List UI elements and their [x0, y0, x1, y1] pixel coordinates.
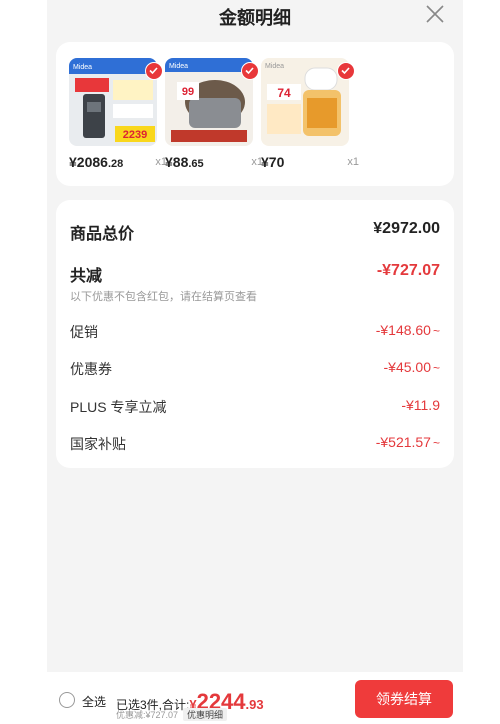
- discount-label: 国家补贴: [70, 436, 126, 452]
- brand-text: Midea: [169, 63, 188, 70]
- chevron-down-icon: ~: [432, 324, 440, 338]
- sticker-text: 2239: [123, 129, 147, 141]
- product-price: ¥2086.28: [69, 154, 124, 170]
- discount-value: -¥45.00 ~: [383, 359, 441, 375]
- product-item[interactable]: 2239 Midea ¥2086.28 x1: [69, 58, 167, 178]
- product-thumbnail: 2239 Midea: [69, 58, 157, 146]
- product-thumbnail: 99 Midea: [165, 58, 253, 146]
- select-all-label[interactable]: 全选: [82, 693, 106, 710]
- brand-text: Midea: [265, 63, 284, 70]
- discount-detail-tag[interactable]: 优惠明细: [183, 708, 228, 721]
- product-card: 2239 Midea ¥2086.28 x1 99 Midea ¥88.65 x…: [56, 42, 454, 186]
- chevron-down-icon: ~: [432, 361, 440, 375]
- price-summary-card: 商品总价 ¥2972.00 共减 -¥727.07 以下优惠不包含红包，请在结算…: [56, 200, 454, 468]
- product-quantity: x1: [347, 156, 359, 168]
- select-all-radio[interactable]: [59, 692, 75, 708]
- checked-icon[interactable]: [145, 62, 163, 80]
- product-price: ¥70: [261, 154, 285, 170]
- total-reduction-value: -¥727.07: [376, 262, 440, 279]
- total-price-label: 商品总价: [70, 226, 135, 243]
- product-item[interactable]: 99 Midea ¥88.65 x1: [165, 58, 263, 178]
- brand-text: Midea: [73, 64, 92, 71]
- discount-value: -¥11.9: [401, 397, 440, 413]
- sticker-text: 74: [277, 86, 291, 100]
- discount-note: 以下优惠不包含红包，请在结算页查看: [70, 291, 257, 303]
- total-reduction-label: 共减: [70, 268, 103, 285]
- checked-icon[interactable]: [337, 62, 355, 80]
- checkout-button[interactable]: 领券结算: [355, 680, 453, 718]
- checked-icon[interactable]: [241, 62, 259, 80]
- discount-value: -¥148.60 ~: [375, 322, 440, 338]
- chevron-down-icon: ~: [432, 436, 440, 450]
- sticker-text: 99: [182, 86, 194, 98]
- page-title: 金额明细: [219, 8, 291, 28]
- product-price: ¥88.65: [165, 154, 204, 170]
- total-price-value: ¥2972.00: [373, 220, 440, 237]
- close-icon[interactable]: [425, 4, 445, 24]
- discount-label: 促销: [70, 324, 98, 340]
- discount-label: 优惠券: [70, 361, 112, 377]
- sheet-header: 金额明细: [47, 0, 463, 34]
- discount-summary: 优惠减:¥727.07 优惠明细: [116, 708, 228, 721]
- bottom-bar: 全选 已选3件,合计:¥2244.93 优惠减:¥727.07 优惠明细 领券结算: [47, 672, 463, 724]
- product-thumbnail: 74 Midea: [261, 58, 349, 146]
- discount-value: -¥521.57 ~: [375, 434, 440, 450]
- product-item[interactable]: 74 Midea ¥70 x1: [261, 58, 359, 178]
- amount-detail-sheet: 金额明细 2239 Midea ¥2086.28 x1 99 Midea ¥88…: [47, 0, 463, 724]
- discount-label: PLUS 专享立减: [70, 399, 167, 415]
